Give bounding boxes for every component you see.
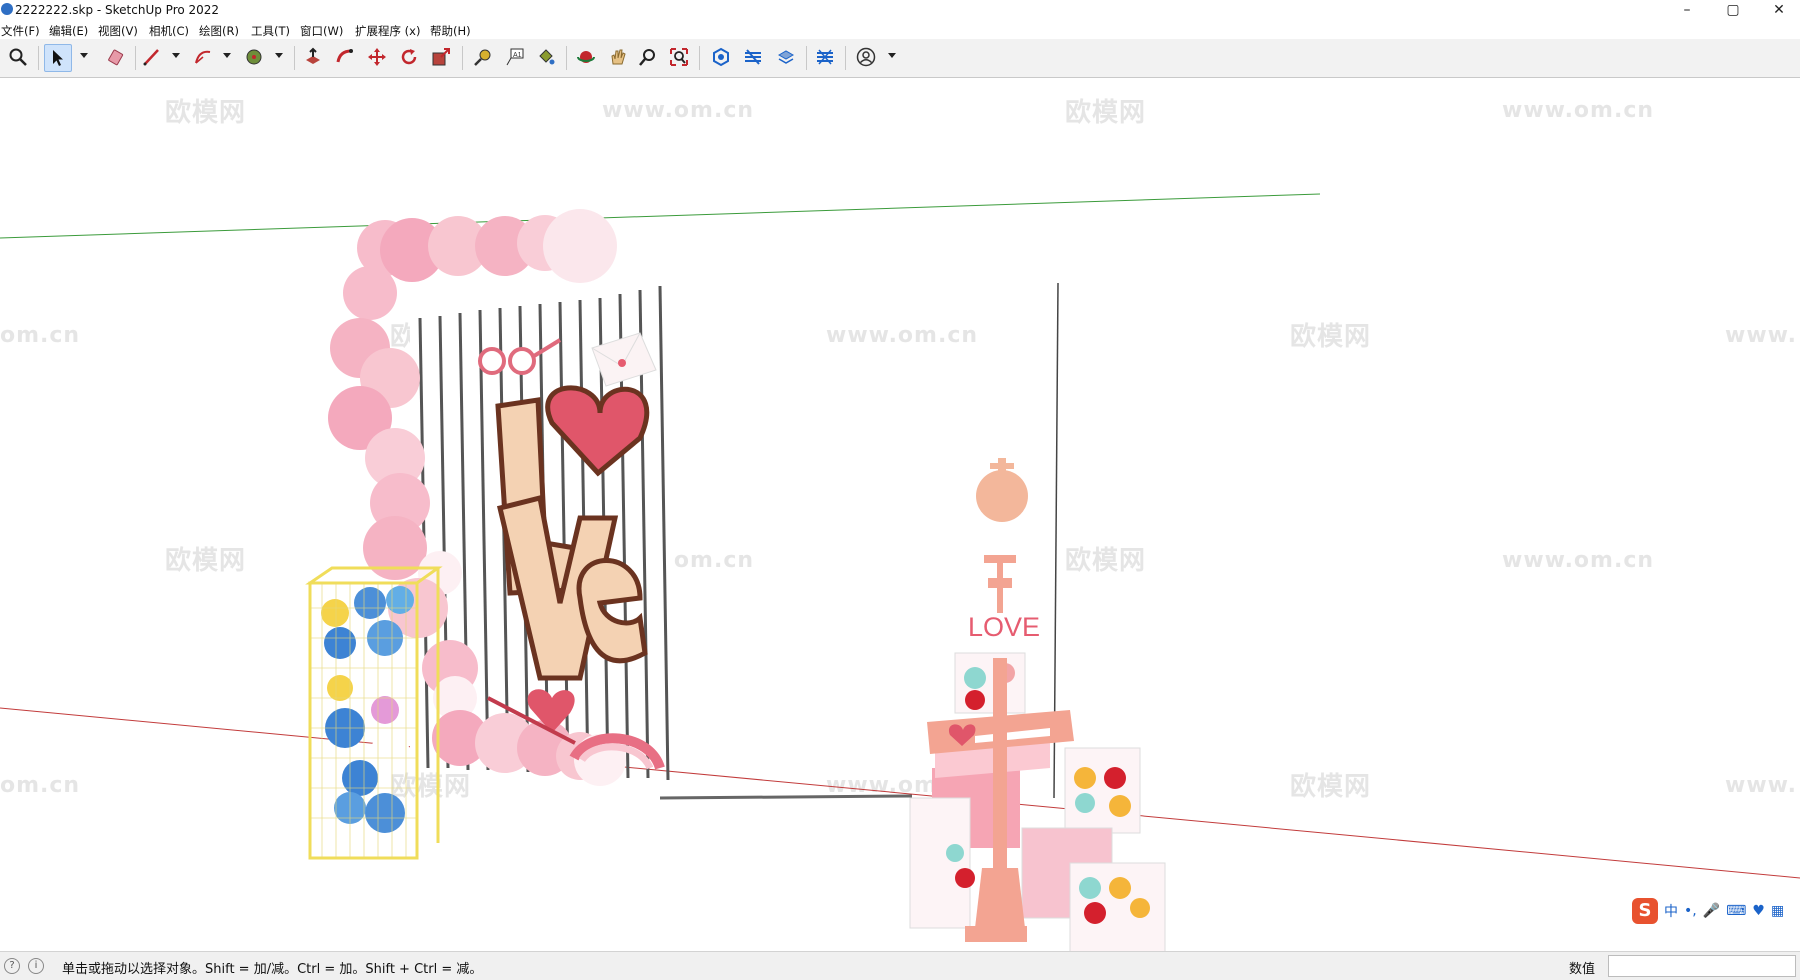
green-axis xyxy=(0,193,1321,239)
circle-icon[interactable] xyxy=(241,44,267,70)
minimize-button[interactable]: – xyxy=(1664,0,1710,20)
arc-dropdown-icon[interactable] xyxy=(223,53,231,58)
red-axis xyxy=(0,707,1800,879)
arc-icon[interactable] xyxy=(190,44,216,70)
menu-tools[interactable]: 工具(T) xyxy=(251,23,290,39)
select-dropdown-icon[interactable] xyxy=(80,53,88,58)
layout-icon[interactable] xyxy=(773,44,799,70)
main-toolbar: A1 xyxy=(0,39,1800,78)
measurements-input[interactable] xyxy=(1608,955,1796,977)
toolbar-separator xyxy=(566,46,567,70)
eraser-icon[interactable] xyxy=(104,44,130,70)
menu-edit[interactable]: 编辑(E) xyxy=(49,23,88,39)
push-pull-icon[interactable] xyxy=(300,44,326,70)
toolbar-separator xyxy=(294,46,295,70)
toolbar-separator xyxy=(462,46,463,70)
shape-dropdown-icon[interactable] xyxy=(275,53,283,58)
skin-icon[interactable]: ♥ xyxy=(1752,903,1765,919)
menu-bar: 文件(F) 编辑(E) 视图(V) 相机(C) 绘图(R) 工具(T) 窗口(W… xyxy=(0,20,1800,39)
keyboard-icon[interactable]: ⌨ xyxy=(1726,903,1746,919)
model-viewport[interactable]: 欧模网 www.om.cn 欧模网 www.om.cn om.cn 欧模网 ww… xyxy=(0,78,1800,951)
love-sign-text: LOVE xyxy=(968,612,1040,642)
menu-help[interactable]: 帮助(H) xyxy=(430,23,471,39)
menu-file[interactable]: 文件(F) xyxy=(1,23,40,39)
pencil-line-icon[interactable] xyxy=(139,44,165,70)
warehouse-icon[interactable] xyxy=(708,44,734,70)
toolbar-separator xyxy=(806,46,807,70)
select-icon[interactable] xyxy=(44,44,72,72)
line-dropdown-icon[interactable] xyxy=(172,53,180,58)
extension-warehouse-icon[interactable] xyxy=(740,44,766,70)
geo-location-icon[interactable]: ? xyxy=(4,958,20,974)
mic-icon[interactable]: 🎤 xyxy=(1703,903,1720,919)
menu-window[interactable]: 窗口(W) xyxy=(300,23,343,39)
toolbar-separator xyxy=(699,46,700,70)
rotate-icon[interactable] xyxy=(396,44,422,70)
ime-punctuation-toggle[interactable]: •, xyxy=(1684,903,1697,919)
tape-measure-icon[interactable] xyxy=(470,44,496,70)
move-icon[interactable] xyxy=(364,44,390,70)
scale-icon[interactable] xyxy=(428,44,454,70)
menu-draw[interactable]: 绘图(R) xyxy=(199,23,239,39)
ime-toolbar: S 中 •, 🎤 ⌨ ♥ ▦ xyxy=(1632,896,1784,926)
paint-bucket-icon[interactable] xyxy=(533,44,559,70)
sogou-logo-icon[interactable]: S xyxy=(1632,898,1658,924)
svg-text:A1: A1 xyxy=(513,52,522,59)
pan-icon[interactable] xyxy=(605,44,631,70)
grid-icon[interactable]: ▦ xyxy=(1771,903,1784,919)
orbit-icon[interactable] xyxy=(573,44,599,70)
close-button[interactable]: ✕ xyxy=(1756,0,1800,20)
menu-camera[interactable]: 相机(C) xyxy=(149,23,189,39)
window-title: 2222222.skp - SketchUp Pro 2022 xyxy=(15,3,220,17)
follow-me-icon[interactable] xyxy=(332,44,358,70)
status-hint: 单击或拖动以选择对象。Shift = 加/减。Ctrl = 加。Shift + … xyxy=(62,962,483,977)
menu-view[interactable]: 视图(V) xyxy=(98,23,138,39)
title-bar: 2222222.skp - SketchUp Pro 2022 – ▢ ✕ xyxy=(0,0,1800,20)
maximize-button[interactable]: ▢ xyxy=(1710,0,1756,20)
zoom-extents-icon[interactable] xyxy=(666,44,692,70)
scene-canvas: LOVE xyxy=(0,193,1800,951)
sandbox-icon[interactable] xyxy=(812,44,838,70)
ime-mode-toggle[interactable]: 中 xyxy=(1664,901,1678,921)
account-icon[interactable] xyxy=(853,44,879,70)
sketchup-app-icon xyxy=(1,3,13,15)
menu-extensions[interactable]: 扩展程序 (x) xyxy=(355,23,420,39)
account-dropdown-icon[interactable] xyxy=(888,53,896,58)
measurements-label: 数值 xyxy=(1569,962,1596,977)
love-signpost-stack: LOVE xyxy=(909,458,1166,951)
info-icon[interactable]: i xyxy=(28,958,44,974)
text-icon[interactable]: A1 xyxy=(502,44,528,70)
base-edge xyxy=(659,794,913,800)
status-bar: ? i 单击或拖动以选择对象。Shift = 加/减。Ctrl = 加。Shif… xyxy=(0,951,1800,980)
zoom-icon[interactable] xyxy=(5,44,31,70)
zoom-window-icon[interactable] xyxy=(635,44,661,70)
toolbar-separator xyxy=(135,46,136,70)
toolbar-separator xyxy=(38,46,39,70)
toolbar-separator xyxy=(845,46,846,70)
